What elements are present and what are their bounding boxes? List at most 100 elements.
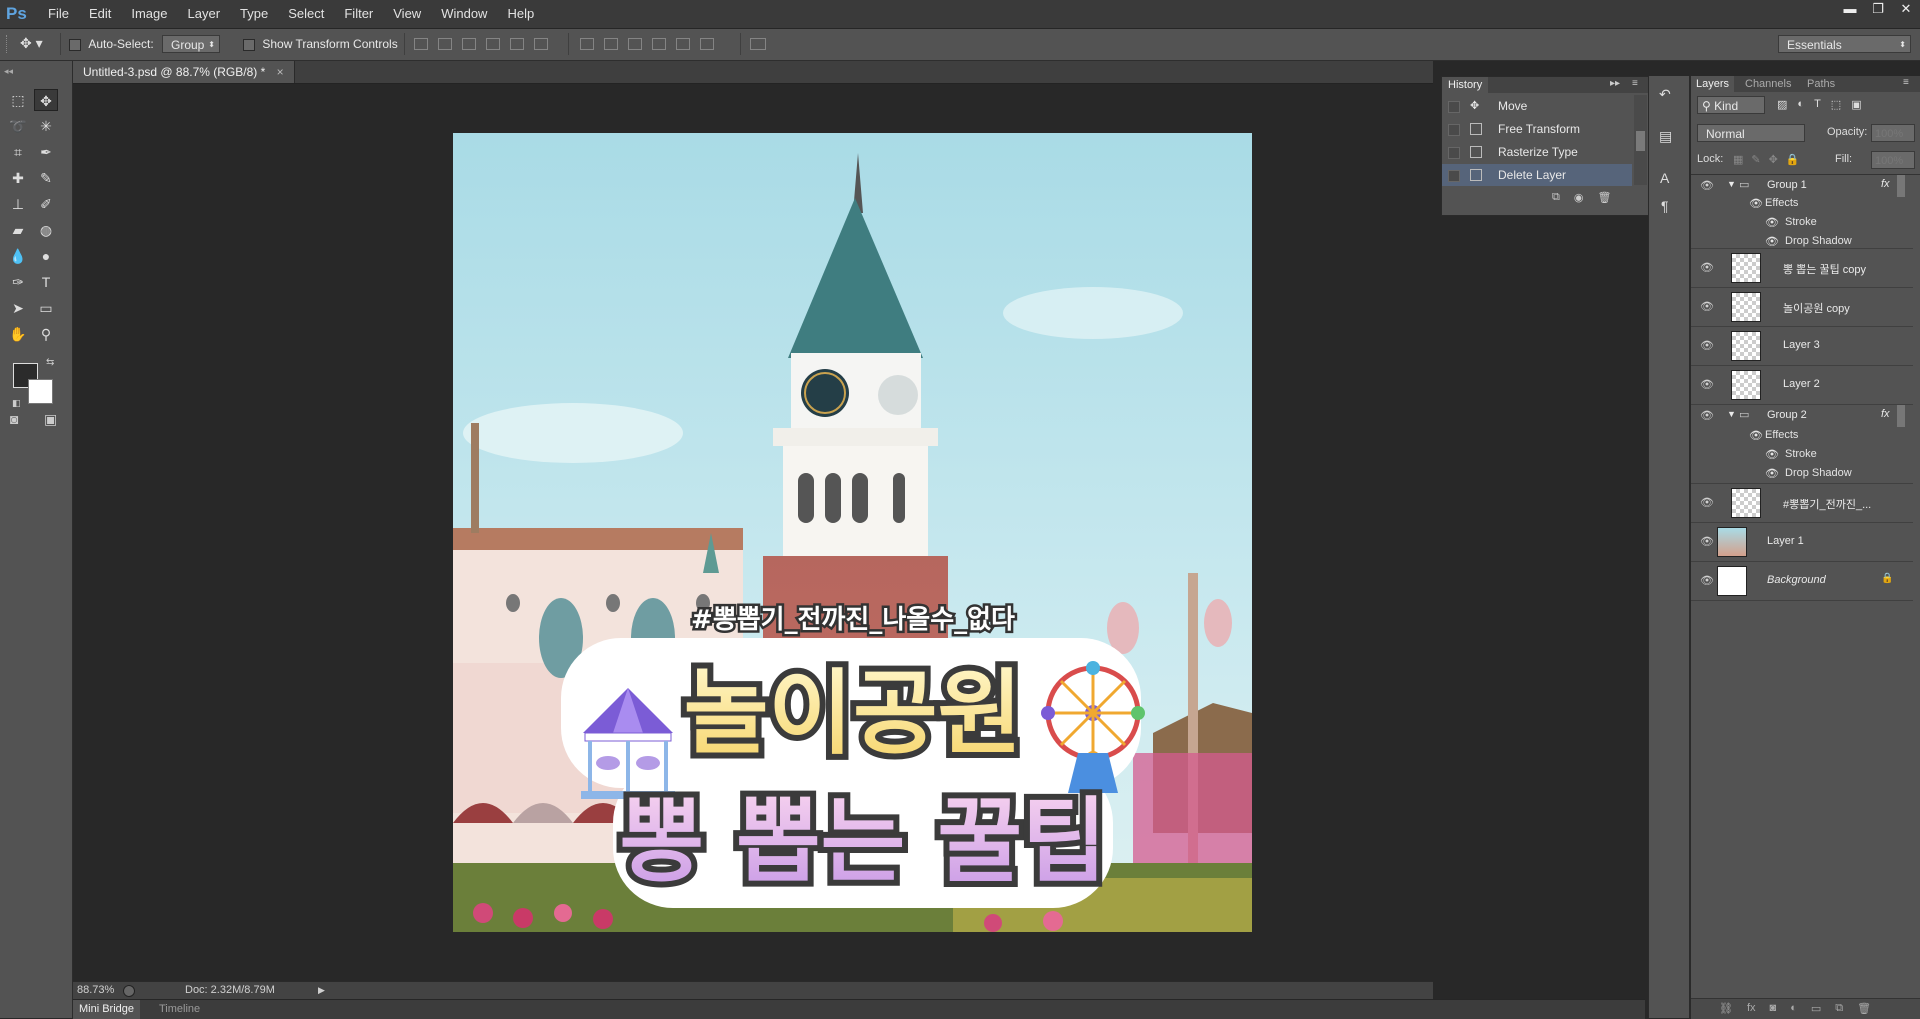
crop-tool-icon[interactable]: ⌗: [6, 141, 30, 163]
visibility-eye-icon[interactable]: 👁: [1700, 339, 1714, 352]
history-snapshot-checkbox[interactable]: [1448, 147, 1460, 159]
history-snapshot-checkbox[interactable]: [1448, 124, 1460, 136]
effects-eye-icon[interactable]: 👁: [1749, 197, 1763, 210]
panel-menu-icon[interactable]: ≡: [1903, 77, 1909, 88]
menu-help[interactable]: Help: [497, 0, 544, 28]
properties-panel-icon[interactable]: ▤: [1659, 128, 1672, 145]
visibility-eye-icon[interactable]: 👁: [1700, 409, 1714, 422]
blend-mode-dropdown[interactable]: Normal: [1697, 124, 1805, 142]
new-document-from-state-icon[interactable]: ⧉: [1552, 191, 1560, 204]
distribute-top-icon[interactable]: [580, 38, 594, 50]
character-panel-icon[interactable]: A: [1660, 170, 1669, 186]
opacity-field[interactable]: 100%: [1871, 124, 1915, 142]
history-scrollbar[interactable]: [1634, 95, 1647, 185]
hand-tool-icon[interactable]: ✋: [6, 323, 30, 345]
layer-row[interactable]: 👁 #뽕뽑기_전까진_...: [1691, 484, 1913, 523]
align-top-icon[interactable]: [414, 38, 428, 50]
menu-image[interactable]: Image: [121, 0, 177, 28]
align-left-icon[interactable]: [486, 38, 500, 50]
layer-row[interactable]: 👁 놀이공원 copy: [1691, 288, 1913, 327]
layer-filter-dropdown[interactable]: ⚲ Kind: [1697, 96, 1765, 114]
drop-shadow-eye-icon[interactable]: 👁: [1765, 467, 1779, 480]
expand-arrow-icon[interactable]: ▼: [1727, 179, 1736, 189]
layer-row[interactable]: 👁 Layer 2: [1691, 366, 1913, 405]
show-transform-checkbox[interactable]: [243, 38, 255, 51]
type-tool-icon[interactable]: T: [34, 271, 58, 293]
panel-menu-icon[interactable]: ≡: [1632, 78, 1638, 89]
menu-window[interactable]: Window: [431, 0, 497, 28]
history-item[interactable]: Rasterize Type: [1442, 141, 1632, 163]
type-filter-icon[interactable]: T: [1814, 98, 1821, 111]
close-tab-icon[interactable]: ×: [277, 65, 284, 79]
new-layer-icon[interactable]: ⧉: [1835, 1002, 1843, 1015]
fx-icon[interactable]: fx: [1881, 408, 1890, 420]
lock-pixels-icon[interactable]: ✎: [1751, 153, 1760, 166]
align-vcenter-icon[interactable]: [438, 38, 452, 50]
align-hcenter-icon[interactable]: [510, 38, 524, 50]
lock-transparency-icon[interactable]: ▦: [1733, 153, 1743, 166]
layer-row[interactable]: 👁 Layer 1: [1691, 523, 1913, 562]
history-item-selected[interactable]: Delete Layer: [1442, 164, 1632, 186]
close-icon[interactable]: ✕: [1892, 0, 1920, 18]
effects-eye-icon[interactable]: 👁: [1749, 429, 1763, 442]
align-bottom-icon[interactable]: [462, 38, 476, 50]
collapse-arrows-icon[interactable]: ◂◂: [4, 66, 13, 77]
document-tab[interactable]: Untitled-3.psd @ 88.7% (RGB/8) * ×: [73, 61, 295, 83]
minimize-icon[interactable]: ▬: [1836, 0, 1864, 18]
distribute-vcenter-icon[interactable]: [604, 38, 618, 50]
adjustment-filter-icon[interactable]: ◐: [1797, 98, 1804, 111]
new-group-icon[interactable]: ▭: [1811, 1002, 1821, 1015]
brush-tool-icon[interactable]: ✎: [34, 167, 58, 189]
history-item[interactable]: Free Transform: [1442, 118, 1632, 140]
add-mask-icon[interactable]: ◙: [1770, 1002, 1777, 1015]
trash-icon[interactable]: 🗑: [1597, 191, 1611, 204]
menu-select[interactable]: Select: [278, 0, 334, 28]
fx-arrow-icon[interactable]: [1897, 175, 1905, 197]
layer-row[interactable]: 👁 Layer 3: [1691, 327, 1913, 366]
paint-bucket-tool-icon[interactable]: ◍: [34, 219, 58, 241]
status-menu-icon[interactable]: [123, 985, 135, 997]
tab-paths[interactable]: Paths: [1807, 76, 1835, 92]
menu-layer[interactable]: Layer: [178, 0, 231, 28]
history-snapshot-checkbox[interactable]: [1448, 170, 1460, 182]
auto-align-icon[interactable]: [750, 38, 766, 50]
add-style-icon[interactable]: fx: [1747, 1002, 1756, 1015]
canvas-image[interactable]: #뽕뽑기_전까진_나올수_없다 놀이공원 뽕 뽑는 꿀팁: [453, 133, 1252, 932]
fx-arrow-icon[interactable]: [1897, 405, 1905, 427]
fx-icon[interactable]: fx: [1881, 178, 1890, 190]
swap-colors-icon[interactable]: ⇆: [46, 357, 54, 368]
distribute-left-icon[interactable]: [652, 38, 666, 50]
quick-mask-icon[interactable]: ◙: [10, 411, 18, 427]
visibility-eye-icon[interactable]: 👁: [1700, 535, 1714, 548]
history-item[interactable]: ✥ Move: [1442, 95, 1632, 117]
tab-mini-bridge[interactable]: Mini Bridge: [73, 1000, 141, 1019]
status-arrow-icon[interactable]: ▶: [318, 982, 325, 999]
scroll-thumb[interactable]: [1636, 131, 1645, 151]
distribute-bottom-icon[interactable]: [628, 38, 642, 50]
menu-edit[interactable]: Edit: [79, 0, 121, 28]
expand-arrows-icon[interactable]: ▸▸: [1610, 78, 1620, 89]
eraser-tool-icon[interactable]: ▰: [6, 219, 30, 241]
dodge-tool-icon[interactable]: ●: [34, 245, 58, 267]
link-layers-icon[interactable]: ⛓: [1719, 1002, 1733, 1015]
smart-object-filter-icon[interactable]: ▣: [1851, 98, 1861, 111]
visibility-eye-icon[interactable]: 👁: [1700, 378, 1714, 391]
move-tool-preset-icon[interactable]: ✥ ▾: [20, 35, 43, 52]
restore-icon[interactable]: ❐: [1864, 0, 1892, 18]
lasso-tool-icon[interactable]: ➰: [6, 115, 30, 137]
layer-row-background[interactable]: 👁 Background 🔒: [1691, 562, 1913, 601]
tab-channels[interactable]: Channels: [1745, 76, 1791, 92]
rectangle-tool-icon[interactable]: ▭: [34, 297, 58, 319]
layer-row[interactable]: 👁 뽕 뽑는 꿀팁 copy: [1691, 249, 1913, 288]
layer-row-group-1[interactable]: 👁 ▼ ▭ Group 1 fx 👁 Effects 👁 Stroke 👁 Dr…: [1691, 175, 1913, 249]
tab-layers[interactable]: Layers: [1691, 76, 1735, 92]
move-tool-icon[interactable]: ✥: [34, 89, 58, 111]
blur-tool-icon[interactable]: 💧: [6, 245, 30, 267]
visibility-eye-icon[interactable]: 👁: [1700, 261, 1714, 274]
image-filter-icon[interactable]: ▨: [1777, 98, 1787, 111]
stroke-eye-icon[interactable]: 👁: [1765, 216, 1779, 229]
lock-position-icon[interactable]: ✥: [1769, 153, 1778, 166]
path-selection-tool-icon[interactable]: ➤: [6, 297, 30, 319]
history-tab[interactable]: History: [1442, 77, 1489, 93]
stroke-eye-icon[interactable]: 👁: [1765, 448, 1779, 461]
